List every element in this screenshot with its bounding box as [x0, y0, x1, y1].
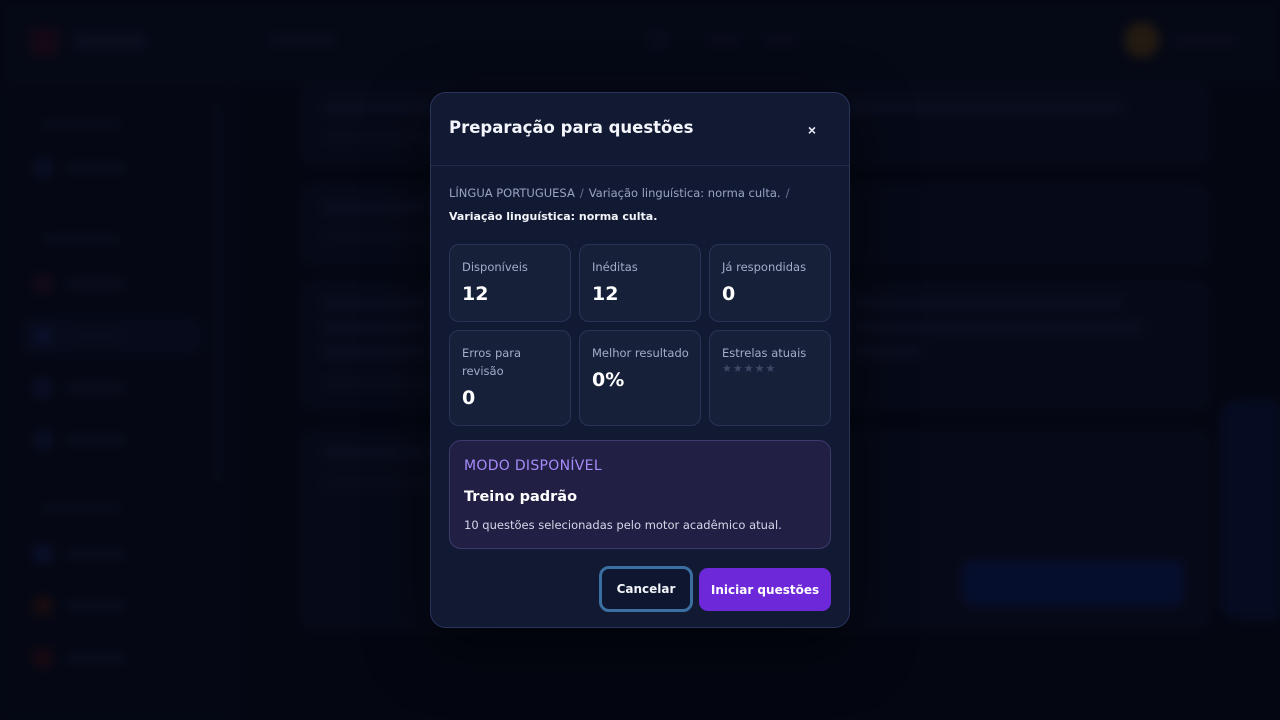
- stat-label: Erros para revisão: [462, 346, 522, 378]
- breadcrumb-separator: /: [579, 186, 584, 200]
- stat-label: Estrelas atuais: [722, 346, 807, 360]
- star-rating-icon: ★★★★★: [722, 362, 777, 375]
- modal-title: Preparação para questões: [449, 118, 694, 137]
- stat-value: 12: [462, 283, 489, 305]
- stat-value: 0: [722, 283, 736, 305]
- mode-name: Treino padrão: [464, 489, 578, 505]
- stat-label: Já respondidas: [722, 260, 807, 274]
- stat-card-stars: Estrelas atuais ★★★★★: [709, 330, 831, 426]
- mode-panel: MODO DISPONÍVEL Treino padrão 10 questõe…: [449, 440, 831, 549]
- close-icon[interactable]: ×: [801, 119, 823, 141]
- stat-card-available: Disponíveis 12: [449, 244, 571, 322]
- stat-label: Inéditas: [592, 260, 638, 274]
- breadcrumb: LÍNGUA PORTUGUESA / Variação linguística: …: [449, 186, 794, 200]
- breadcrumb-subject[interactable]: LÍNGUA PORTUGUESA: [449, 186, 575, 200]
- stat-value: 0: [462, 387, 476, 409]
- mode-tag: MODO DISPONÍVEL: [464, 458, 602, 474]
- stat-card-answered: Já respondidas 0: [709, 244, 831, 322]
- stat-card-best-result: Melhor resultado 0%: [579, 330, 701, 426]
- start-questions-button[interactable]: Iniciar questões: [699, 568, 831, 611]
- stat-value: 0%: [592, 369, 625, 391]
- breadcrumb-separator: /: [785, 186, 790, 200]
- preparation-modal: Preparação para questões × LÍNGUA PORTUG…: [430, 92, 850, 628]
- stat-card-errors: Erros para revisão 0: [449, 330, 571, 426]
- modal-header: Preparação para questões ×: [431, 93, 849, 166]
- cancel-button[interactable]: Cancelar: [599, 566, 693, 612]
- stat-label: Melhor resultado: [592, 346, 689, 360]
- breadcrumb-topic[interactable]: Variação linguística: norma culta.: [589, 186, 781, 200]
- mode-description: 10 questões selecionadas pelo motor acad…: [464, 518, 782, 532]
- stat-label: Disponíveis: [462, 260, 528, 274]
- stat-value: 12: [592, 283, 619, 305]
- stat-card-unseen: Inéditas 12: [579, 244, 701, 322]
- breadcrumb-current: Variação linguística: norma culta.: [449, 210, 658, 223]
